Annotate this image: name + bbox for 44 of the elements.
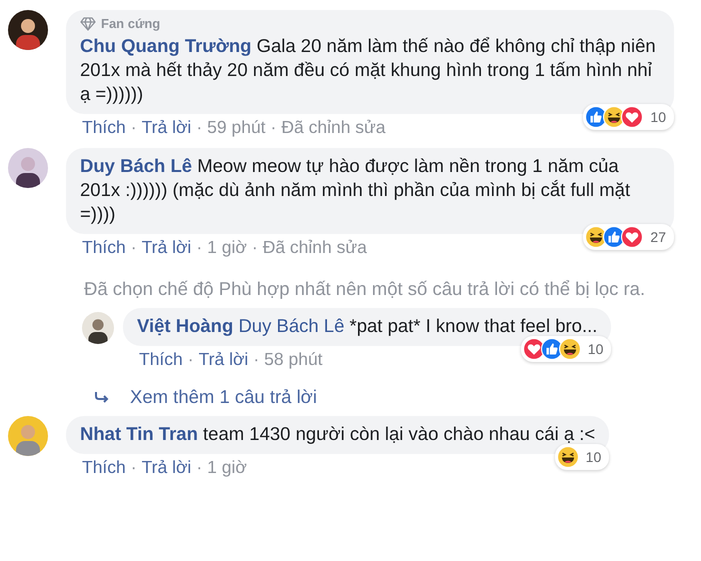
comment-text: Chu Quang Trường Gala 20 năm làm thế nào để không chỉ thập niên 201x mà hết thảy 20 năm đều có mặt khung hình trong 1 tấm hình nhỉ ạ =)))))) <box>80 34 657 106</box>
meta-text: Đã chỉnh sửa <box>281 117 386 138</box>
separator-dot: · <box>253 349 260 370</box>
separator-dot: · <box>130 457 137 478</box>
reply-arrow-icon <box>94 391 110 403</box>
meta-text: 1 giờ <box>207 237 247 258</box>
more-replies-link[interactable]: Xem thêm 1 câu trả lời <box>94 386 701 408</box>
reaction-count-badge[interactable]: 10 <box>583 104 674 130</box>
laughing-face-icon <box>556 446 579 468</box>
action-link[interactable]: Trả lời <box>142 457 192 478</box>
separator-dot: · <box>270 117 276 138</box>
meta-text: 1 giờ <box>207 457 247 478</box>
separator-dot: · <box>130 237 137 258</box>
action-link[interactable]: Trả lời <box>198 349 248 370</box>
author-link[interactable]: Chu Quang Trường <box>80 35 252 56</box>
meta-text: 58 phút <box>264 349 323 370</box>
separator-dot: · <box>130 117 137 138</box>
filter-notice: Đã chọn chế độ Phù hợp nhất nên một số câu trả lời có thể bị lọc ra. <box>84 278 646 300</box>
badge-label: Fan cứng <box>101 16 160 31</box>
separator-dot: · <box>196 237 202 258</box>
author-link[interactable]: Duy Bách Lê <box>80 155 192 176</box>
action-link[interactable]: Thích <box>82 457 126 478</box>
author-link[interactable]: Nhat Tin Tran <box>80 423 198 444</box>
reaction-count-badge[interactable]: 10 <box>520 336 612 362</box>
laughing-face-icon <box>558 338 581 360</box>
separator-dot: · <box>252 237 258 258</box>
comment-text: Nhat Tin Tran team 1430 người còn lại vào chào nhau cái ạ :< <box>80 422 596 446</box>
comment-text: Duy Bách Lê Meow meow tự hào được làm nền trong 1 năm của 201x :)))))) (mặc dù ảnh năm mình thì phần của mình bị cắt full mặt =)))) <box>80 154 632 226</box>
action-link[interactable]: Trả lời <box>142 237 192 258</box>
author-link[interactable]: Việt Hoàng <box>137 315 234 336</box>
separator-dot: · <box>196 117 202 138</box>
action-link[interactable]: Thích <box>139 349 183 370</box>
comment-text: Việt Hoàng Duy Bách Lê *pat pat* I know that feel bro... <box>137 314 598 338</box>
meta-text: Đã chỉnh sửa <box>262 237 367 258</box>
action-link[interactable]: Thích <box>82 237 126 258</box>
meta-text: 59 phút <box>207 117 266 138</box>
reaction-count-badge[interactable]: 10 <box>554 444 610 470</box>
diamond-icon <box>80 16 96 30</box>
action-link[interactable]: Trả lời <box>142 117 192 138</box>
action-link[interactable]: Thích <box>82 117 126 138</box>
separator-dot: · <box>188 349 194 370</box>
reaction-count-badge[interactable]: 27 <box>583 224 674 250</box>
tag-link[interactable]: Duy Bách Lê <box>238 315 344 336</box>
separator-dot: · <box>196 457 202 478</box>
